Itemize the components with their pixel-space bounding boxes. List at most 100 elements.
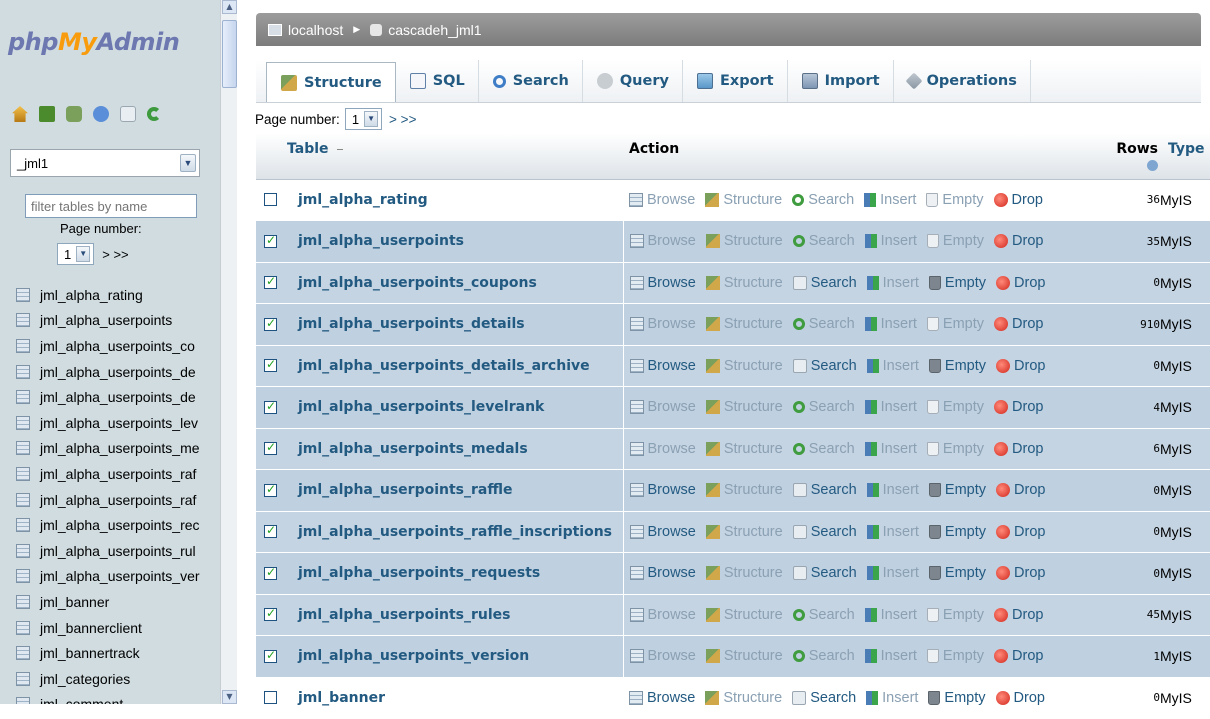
table-icon[interactable] xyxy=(16,287,30,302)
sidebar-page-select[interactable]: 1 ▼ xyxy=(57,243,95,265)
sidebar-table-item[interactable]: jml_alpha_userpoints_de xyxy=(16,384,220,410)
search-link[interactable]: Search xyxy=(792,192,854,208)
sidebar-table-name[interactable]: jml_alpha_userpoints_rul xyxy=(40,543,196,559)
table-icon[interactable] xyxy=(16,646,30,661)
search-link[interactable]: Search xyxy=(792,482,857,498)
tab-export[interactable]: Export xyxy=(683,60,788,102)
table-icon[interactable] xyxy=(16,543,30,558)
insert-link[interactable]: Insert xyxy=(864,399,917,415)
sidebar-table-item[interactable]: jml_alpha_userpoints_ver xyxy=(16,564,220,590)
search-link[interactable]: Search xyxy=(792,648,855,664)
next-pages-link[interactable]: > >> xyxy=(389,112,416,127)
browse-link[interactable]: Browse xyxy=(629,399,696,415)
table-icon[interactable] xyxy=(16,518,30,533)
table-row[interactable]: jml_alpha_userpoints_raffle_inscriptions… xyxy=(256,511,1210,553)
reload-icon[interactable] xyxy=(147,107,161,121)
page-number-select[interactable]: 1 ▼ xyxy=(344,108,383,130)
table-icon[interactable] xyxy=(16,594,30,609)
table-row[interactable]: jml_alpha_userpoints_details Browse Struct… xyxy=(256,303,1210,346)
browse-link[interactable]: Browse xyxy=(629,358,696,374)
search-link[interactable]: Search xyxy=(792,441,855,457)
row-checkbox[interactable] xyxy=(264,316,277,331)
row-checkbox[interactable] xyxy=(264,648,277,663)
sidebar-table-item[interactable]: jml_alpha_userpoints_lev xyxy=(16,410,220,436)
search-link[interactable]: Search xyxy=(792,690,856,706)
drop-link[interactable]: Drop xyxy=(994,648,1043,664)
structure-link[interactable]: Structure xyxy=(705,275,783,291)
insert-link[interactable]: Insert xyxy=(866,358,919,374)
tab-structure[interactable]: Structure xyxy=(266,62,396,102)
empty-link[interactable]: Empty xyxy=(926,316,984,332)
sidebar-table-name[interactable]: jml_bannertrack xyxy=(40,645,140,661)
table-column-label[interactable]: Table xyxy=(287,141,329,157)
sidebar-table-name[interactable]: jml_categories xyxy=(40,671,130,687)
insert-link[interactable]: Insert xyxy=(866,565,919,581)
insert-link[interactable]: Insert xyxy=(864,316,917,332)
table-name-link[interactable]: jml_alpha_userpoints_rules xyxy=(298,607,511,623)
sidebar-table-name[interactable]: jml_alpha_userpoints_raf xyxy=(40,492,196,508)
row-checkbox[interactable] xyxy=(264,357,277,373)
sidebar-table-name[interactable]: jml_alpha_rating xyxy=(40,287,143,303)
structure-link[interactable]: Structure xyxy=(705,192,782,208)
drop-link[interactable]: Drop xyxy=(996,565,1045,581)
table-name-link[interactable]: jml_alpha_userpoints_raffle_inscriptions xyxy=(298,524,612,540)
search-link[interactable]: Search xyxy=(792,399,855,415)
browse-link[interactable]: Browse xyxy=(629,441,696,457)
scroll-up-icon[interactable]: ▲ xyxy=(222,0,237,14)
sidebar-table-name[interactable]: jml_alpha_userpoints_raf xyxy=(40,466,196,482)
structure-link[interactable]: Structure xyxy=(705,233,783,249)
search-link[interactable]: Search xyxy=(792,275,857,291)
drop-link[interactable]: Drop xyxy=(996,275,1045,291)
sidebar-table-item[interactable]: jml_banner xyxy=(16,589,220,615)
row-checkbox[interactable] xyxy=(264,274,277,290)
empty-link[interactable]: Empty xyxy=(928,565,986,581)
structure-link[interactable]: Structure xyxy=(705,399,783,415)
table-row[interactable]: jml_alpha_userpoints_version Browse Struct… xyxy=(256,635,1210,678)
row-checkbox[interactable] xyxy=(264,523,277,539)
sidebar-table-name[interactable]: jml_alpha_userpoints_me xyxy=(40,440,200,456)
empty-link[interactable]: Empty xyxy=(928,358,986,374)
sidebar-table-name[interactable]: jml_alpha_userpoints_rec xyxy=(40,517,200,533)
query-window-icon[interactable] xyxy=(66,106,82,122)
drop-link[interactable]: Drop xyxy=(994,233,1043,249)
sidebar-table-item[interactable]: jml_alpha_userpoints_rul xyxy=(16,538,220,564)
sidebar-scrollbar[interactable]: ▲ ▼ xyxy=(220,0,237,704)
chevron-down-icon[interactable]: ▼ xyxy=(180,154,196,172)
sidebar-table-item[interactable]: jml_alpha_userpoints_me xyxy=(16,436,220,462)
filter-tables-input[interactable] xyxy=(25,194,197,218)
tab-search[interactable]: Search xyxy=(479,60,583,102)
scroll-down-icon[interactable]: ▼ xyxy=(222,690,237,704)
table-name-link[interactable]: jml_alpha_userpoints_details xyxy=(298,316,525,332)
sidebar-table-name[interactable]: jml_banner xyxy=(40,594,109,610)
drop-link[interactable]: Drop xyxy=(994,441,1043,457)
table-column-header[interactable]: Table xyxy=(286,133,623,180)
phpmyadmin-logo[interactable]: phpMyAdmin xyxy=(8,28,180,56)
insert-link[interactable]: Insert xyxy=(864,233,917,249)
search-link[interactable]: Search xyxy=(792,316,855,332)
structure-link[interactable]: Structure xyxy=(705,482,783,498)
sidebar-table-item[interactable]: jml_alpha_userpoints xyxy=(16,308,220,334)
row-checkbox[interactable] xyxy=(264,440,277,456)
table-row[interactable]: jml_alpha_userpoints_rules Browse Structur… xyxy=(256,594,1210,636)
insert-link[interactable]: Insert xyxy=(866,275,919,291)
row-checkbox[interactable] xyxy=(264,606,277,622)
table-icon[interactable] xyxy=(16,569,30,584)
sidebar-table-item[interactable]: jml_alpha_userpoints_co xyxy=(16,333,220,359)
table-icon[interactable] xyxy=(16,441,30,456)
insert-link[interactable]: Insert xyxy=(864,192,916,208)
table-icon[interactable] xyxy=(16,671,30,686)
table-icon[interactable] xyxy=(16,466,30,481)
empty-link[interactable]: Empty xyxy=(928,690,986,706)
table-name-link[interactable]: jml_alpha_userpoints_medals xyxy=(298,441,528,457)
browse-link[interactable]: Browse xyxy=(629,192,695,208)
empty-link[interactable]: Empty xyxy=(926,441,984,457)
database-select[interactable]: _jml1 ▼ xyxy=(10,149,200,177)
structure-link[interactable]: Structure xyxy=(705,565,783,581)
sidebar-table-item[interactable]: jml_bannerclient xyxy=(16,615,220,641)
tab-operations[interactable]: Operations xyxy=(894,60,1031,102)
structure-link[interactable]: Structure xyxy=(705,648,783,664)
browse-link[interactable]: Browse xyxy=(629,607,696,623)
table-name-link[interactable]: jml_alpha_rating xyxy=(298,192,428,208)
table-name-link[interactable]: jml_alpha_userpoints_raffle xyxy=(298,482,512,498)
table-icon[interactable] xyxy=(16,492,30,507)
